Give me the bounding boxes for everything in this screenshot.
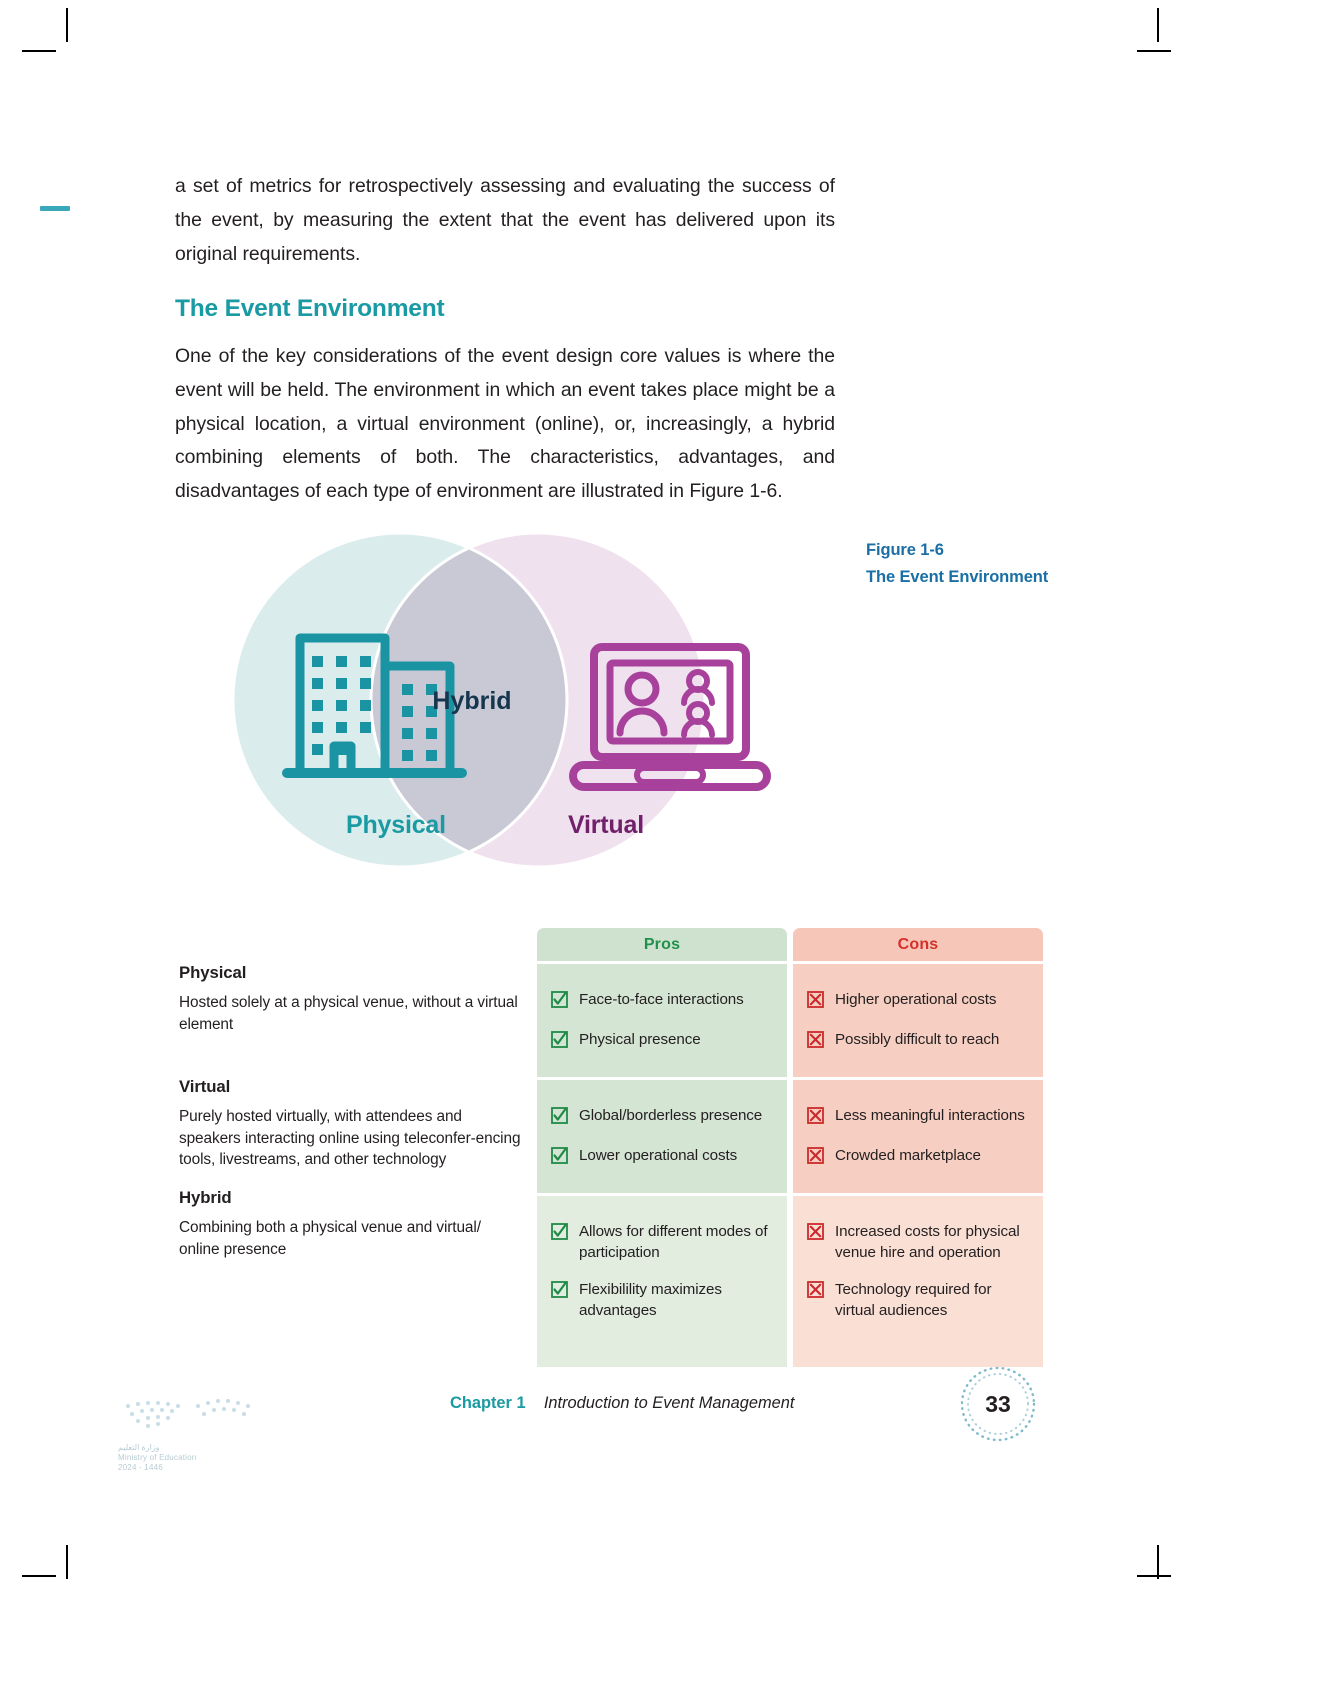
page-number-badge: 33 [957,1363,1039,1445]
list-item: Global/borderless presence [551,1106,773,1129]
list-item: Technology required for virtual audience… [807,1280,1029,1321]
text-column-top: a set of metrics for retrospectively ass… [175,170,835,271]
list-item: Face-to-face interactions [551,990,773,1013]
cell-pros: Allows for different modes of participat… [537,1196,787,1367]
text-column-intro: One of the key considerations of the eve… [175,340,835,509]
cell-cons: Increased costs for physical venue hire … [793,1196,1043,1367]
list-item-label: Technology required for virtual audience… [835,1281,992,1319]
crop-mark [66,8,68,42]
figure-caption: Figure 1-6 The Event Environment [866,537,1246,591]
environment-name: Physical [179,963,247,982]
list-item-label: Lower operational costs [579,1147,738,1164]
table-header-row: Pros Cons [537,928,1043,961]
environment-name: Hybrid [179,1188,232,1207]
environment-description-hybrid: Hybrid Combining both a physical venue a… [179,1188,524,1260]
list-item-label: Face-to-face interactions [579,991,744,1008]
checkbox-checked-icon [551,1281,568,1303]
margin-accent-dash [40,206,70,211]
cell-cons: Less meaningful interactions Crowded mar… [793,1080,1043,1193]
footer-chapter-label: Chapter 1 [450,1394,526,1412]
cell-cons: Higher operational costs Possibly diffic… [793,964,1043,1077]
list-item: Lower operational costs [551,1146,773,1169]
page-title: The Event Environment [175,295,445,322]
list-item: Increased costs for physical venue hire … [807,1222,1029,1263]
list-item-label: Less meaningful interactions [835,1107,1025,1124]
footer-chapter: Chapter 1 Introduction to Event Manageme… [450,1394,794,1413]
footer-chapter-title: Introduction to Event Management [543,1394,795,1412]
checkbox-checked-icon [551,1223,568,1245]
venn-label-physical: Physical [346,811,446,839]
venn-label-virtual: Virtual [568,811,644,839]
list-item: Crowded marketplace [807,1146,1029,1169]
crop-mark [66,1545,68,1579]
list-item-label: Increased costs for physical venue hire … [835,1223,1020,1261]
column-header-pros: Pros [537,928,787,961]
crop-mark [22,1575,56,1577]
environment-text: Purely hosted virtually, with attendees … [179,1108,521,1168]
list-item: Higher operational costs [807,990,1029,1013]
environment-text: Combining both a physical venue and virt… [179,1219,481,1258]
table-row: Allows for different modes of participat… [537,1196,1043,1367]
list-item: Allows for different modes of participat… [551,1222,773,1263]
checkbox-x-icon [807,1147,824,1169]
figure-number: Figure 1-6 [866,541,944,559]
cell-pros: Face-to-face interactions Physical prese… [537,964,787,1077]
environment-text: Hosted solely at a physical venue, witho… [179,994,518,1033]
page-number: 33 [985,1390,1011,1417]
environment-description-virtual: Virtual Purely hosted virtually, with at… [179,1077,524,1171]
crop-mark [22,50,56,52]
crop-mark [1137,1575,1171,1577]
table-row: Global/borderless presence Lower operati… [537,1080,1043,1193]
list-item: Less meaningful interactions [807,1106,1029,1129]
column-header-cons: Cons [793,928,1043,961]
checkbox-x-icon [807,991,824,1013]
page-canvas: a set of metrics for retrospectively ass… [0,0,1331,1699]
venn-label-hybrid: Hybrid [432,687,511,715]
venn-diagram: Hybrid Physical Virtual [228,531,788,873]
checkbox-x-icon [807,1281,824,1303]
list-item-label: Physical presence [579,1031,701,1048]
logo-line-year: 2024 - 1446 [118,1463,163,1472]
crop-mark [1157,1545,1159,1579]
list-item-label: Flexibilility maximizes advantages [579,1281,722,1319]
checkbox-checked-icon [551,1031,568,1053]
environment-name: Virtual [179,1077,231,1096]
logo-line-english: Ministry of Education [118,1453,197,1462]
checkbox-x-icon [807,1031,824,1053]
cell-pros: Global/borderless presence Lower operati… [537,1080,787,1193]
figure-title: The Event Environment [866,568,1049,586]
ministry-logo: وزارة التعليم Ministry of Education 2024… [118,1390,278,1473]
logo-dots-decoration [126,1399,250,1428]
logo-line-arabic: وزارة التعليم [118,1443,160,1452]
paragraph-intro: One of the key considerations of the eve… [175,345,835,503]
list-item: Possibly difficult to reach [807,1030,1029,1053]
list-item-label: Crowded marketplace [835,1147,981,1164]
section-heading-wrap: The Event Environment [175,295,835,323]
list-item: Flexibilility maximizes advantages [551,1280,773,1321]
list-item-label: Allows for different modes of participat… [579,1223,768,1261]
checkbox-x-icon [807,1107,824,1129]
checkbox-checked-icon [551,1147,568,1169]
list-item-label: Global/borderless presence [579,1107,763,1124]
checkbox-checked-icon [551,991,568,1013]
list-item-label: Possibly difficult to reach [835,1031,1000,1048]
table-row: Face-to-face interactions Physical prese… [537,964,1043,1077]
checkbox-checked-icon [551,1107,568,1129]
list-item-label: Higher operational costs [835,991,997,1008]
list-item: Physical presence [551,1030,773,1053]
venn-svg: Hybrid [231,531,771,869]
checkbox-x-icon [807,1223,824,1245]
pros-cons-table: Pros Cons Face-to-face interactions Phys… [537,928,1043,1367]
crop-mark [1157,8,1159,42]
paragraph-continued: a set of metrics for retrospectively ass… [175,175,835,265]
environment-description-physical: Physical Hosted solely at a physical ven… [179,963,524,1035]
crop-mark [1137,50,1171,52]
